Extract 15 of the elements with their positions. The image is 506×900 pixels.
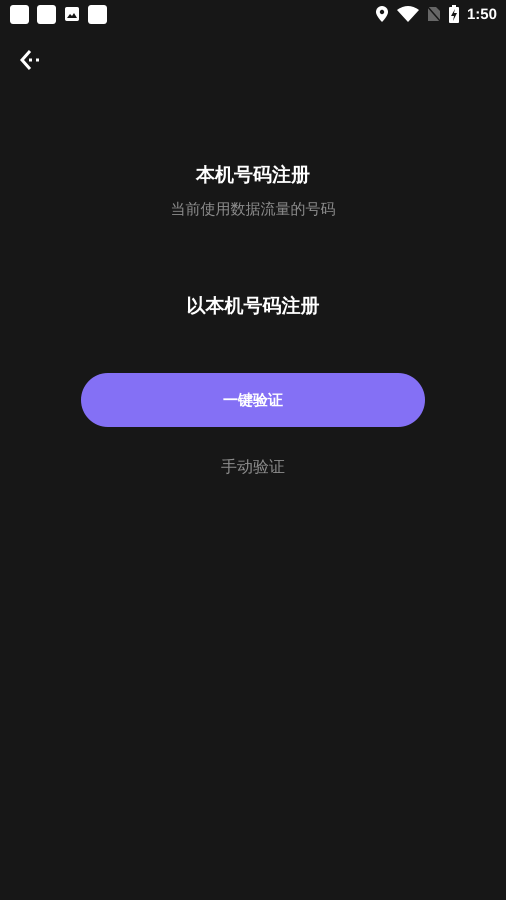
image-icon	[64, 6, 80, 22]
no-sim-icon	[426, 6, 441, 22]
subtitle: 当前使用数据流量的号码	[170, 200, 336, 219]
page-title: 本机号码注册	[196, 163, 310, 188]
wifi-icon	[396, 6, 419, 22]
notification-icon	[10, 4, 29, 24]
notification-icon	[37, 4, 56, 24]
notification-icon	[88, 4, 107, 24]
location-icon	[374, 5, 389, 23]
phone-label: 以本机号码注册	[186, 294, 320, 319]
battery-charging-icon	[448, 5, 459, 23]
back-icon[interactable]	[18, 48, 42, 72]
status-time: 1:50	[466, 6, 497, 22]
manual-verify-link[interactable]: 手动验证	[219, 455, 287, 480]
verify-button[interactable]: 一键验证	[81, 373, 425, 427]
